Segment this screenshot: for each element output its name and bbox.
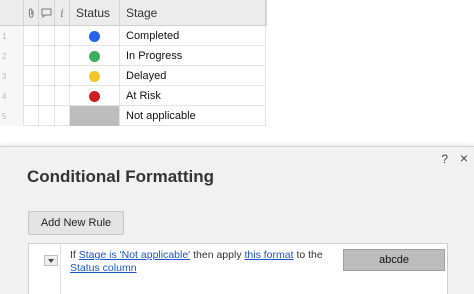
table-row[interactable]: 3 Delayed: [0, 66, 266, 86]
status-dot-icon: [89, 30, 100, 42]
row-number: 4: [0, 86, 24, 106]
close-icon[interactable]: ×: [460, 150, 468, 166]
table-row[interactable]: 4 At Risk: [0, 86, 266, 106]
row-number: 5: [0, 106, 24, 126]
stage-cell[interactable]: Completed: [120, 26, 266, 46]
row-number-header: [0, 0, 24, 26]
status-cell[interactable]: [70, 86, 120, 106]
rule-dropdown-toggle[interactable]: [44, 255, 58, 266]
grid-rows: 1 Completed 2 In Progress 3 Delayed 4 At…: [0, 26, 266, 126]
status-cell-formatted[interactable]: [70, 106, 120, 126]
chevron-down-icon: [48, 258, 54, 263]
rule-handle-column: [29, 244, 61, 294]
stage-cell[interactable]: At Risk: [120, 86, 266, 106]
add-new-rule-button[interactable]: Add New Rule: [28, 211, 124, 235]
status-dot-icon: [89, 90, 100, 102]
sheet-grid: i Status Stage 1 Completed 2 In Progress…: [0, 0, 474, 148]
row-number: 2: [0, 46, 24, 66]
status-column-header[interactable]: Status: [70, 0, 120, 26]
status-dot-icon: [89, 70, 100, 82]
rule-prefix: If: [70, 249, 76, 261]
table-row[interactable]: 5 Not applicable: [0, 106, 266, 126]
format-preview: abcde: [343, 249, 445, 271]
status-cell[interactable]: [70, 26, 120, 46]
status-cell[interactable]: [70, 46, 120, 66]
rule-description: If Stage is 'Not applicable' then apply …: [70, 249, 332, 275]
rule-suffix: to the: [296, 249, 323, 261]
row-number: 1: [0, 26, 24, 46]
comment-icon[interactable]: [39, 0, 55, 26]
grid-header-row: i Status Stage: [0, 0, 266, 26]
stage-column-header[interactable]: Stage: [120, 0, 266, 26]
grid-empty-area: [266, 0, 474, 26]
rule-middle-text: then apply: [193, 249, 242, 261]
info-icon[interactable]: i: [55, 0, 70, 26]
rule-target-link[interactable]: Status column: [70, 262, 137, 274]
rule-list: If Stage is 'Not applicable' then apply …: [28, 243, 448, 294]
rule-condition-link[interactable]: Stage is 'Not applicable': [79, 249, 190, 261]
conditional-formatting-dialog: ? × Conditional Formatting Add New Rule …: [0, 146, 474, 294]
stage-cell[interactable]: Delayed: [120, 66, 266, 86]
status-dot-icon: [89, 50, 100, 62]
status-cell[interactable]: [70, 66, 120, 86]
dialog-title: Conditional Formatting: [27, 167, 214, 186]
table-row[interactable]: 1 Completed: [0, 26, 266, 46]
help-icon[interactable]: ?: [441, 152, 448, 166]
attachment-icon[interactable]: [24, 0, 39, 26]
stage-cell[interactable]: In Progress: [120, 46, 266, 66]
table-row[interactable]: 2 In Progress: [0, 46, 266, 66]
row-number: 3: [0, 66, 24, 86]
rule-format-link[interactable]: this format: [245, 249, 294, 261]
stage-cell[interactable]: Not applicable: [120, 106, 266, 126]
